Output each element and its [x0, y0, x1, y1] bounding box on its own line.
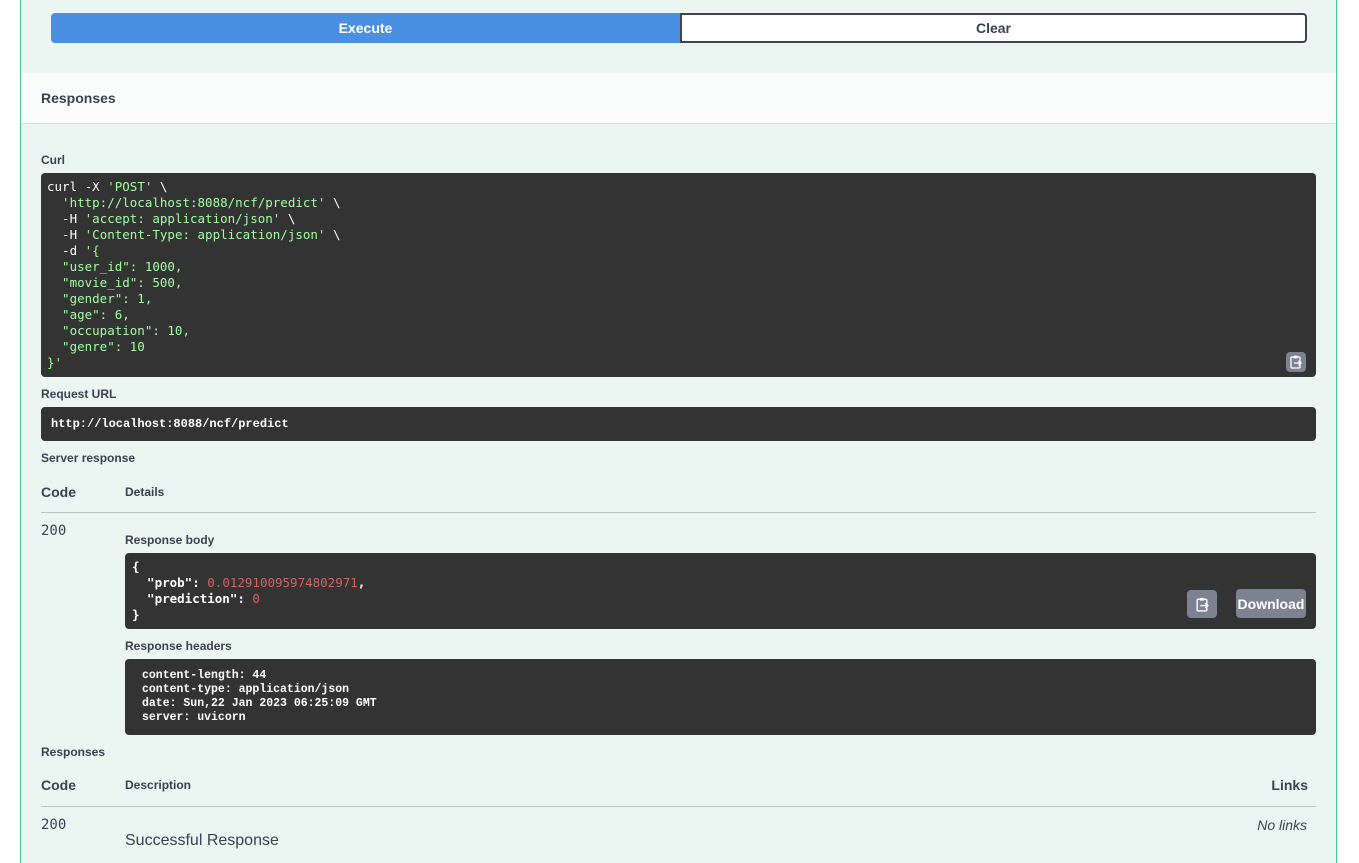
clipboard-icon: [1290, 355, 1302, 369]
curl-code-block[interactable]: curl -X 'POST' \ 'http://localhost:8088/…: [41, 173, 1316, 377]
response-headers-label: Response headers: [125, 639, 232, 653]
col-code: Code: [41, 777, 76, 793]
server-response-label: Server response: [41, 451, 136, 465]
curl-string-token: "genre": 10: [47, 339, 145, 354]
clipboard-icon: [1195, 597, 1209, 612]
curl-string-token: '{: [84, 243, 100, 258]
curl-string-token: "age": 6,: [47, 307, 130, 322]
curl-line: "genre": 10: [47, 339, 1310, 355]
curl-string-token: 'POST': [107, 179, 153, 194]
response-description: Successful Response: [125, 832, 279, 849]
response-body-label: Response body: [125, 533, 215, 547]
col-details: Details: [125, 485, 165, 499]
responses-section-header: Responses: [21, 73, 1336, 124]
curl-token: -H: [47, 211, 85, 226]
curl-line: curl -X 'POST' \: [47, 179, 1310, 195]
curl-token: \: [152, 179, 168, 194]
col-links: Links: [1271, 777, 1308, 793]
json-close-brace: }: [132, 607, 140, 622]
curl-string-token: 'http://localhost:8088/ncf/predict': [47, 195, 326, 210]
operation-block: Execute Clear Responses Curl curl -X 'PO…: [20, 0, 1337, 863]
json-prediction-key: "prediction":: [132, 591, 253, 606]
execute-wrapper: Execute Clear: [51, 13, 1307, 43]
response-body-block[interactable]: { "prob": 0.012910095974802971, "predict…: [125, 553, 1316, 629]
json-prob-value: 0.012910095974802971: [207, 575, 358, 590]
curl-line: }': [47, 355, 1310, 371]
curl-string-token: 'Content-Type: application/json': [84, 227, 326, 242]
json-comma: ,: [357, 575, 366, 590]
header-line: server: uvicorn: [142, 711, 246, 724]
responses-table-header: Code Description Links: [41, 770, 1316, 807]
response-headers-block[interactable]: content-length: 44 content-type: applica…: [125, 659, 1316, 735]
curl-label: Curl: [41, 153, 65, 167]
no-links-text: No links: [1257, 817, 1307, 833]
section-title: Responses: [41, 90, 116, 106]
curl-token: \: [325, 227, 341, 242]
curl-string-token: "occupation": 10,: [47, 323, 190, 338]
header-line: content-type: application/json: [142, 683, 350, 696]
header-line: content-length: 44: [142, 669, 267, 682]
json-prob-key: "prob":: [132, 575, 208, 590]
responses-label: Responses: [41, 745, 106, 759]
documented-response-code: 200: [41, 817, 67, 833]
col-code: Code: [41, 484, 76, 500]
curl-line: -d '{: [47, 243, 1310, 259]
execute-button[interactable]: Execute: [51, 13, 680, 43]
curl-line: -H 'accept: application/json' \: [47, 211, 1310, 227]
curl-token: -d: [47, 243, 85, 258]
curl-string-token: }': [47, 355, 63, 370]
response-copy-button[interactable]: [1187, 590, 1217, 618]
curl-token: \: [280, 211, 296, 226]
curl-token: \: [325, 195, 341, 210]
curl-line: "movie_id": 500,: [47, 275, 1310, 291]
curl-line: "gender": 1,: [47, 291, 1310, 307]
curl-string-token: "gender": 1,: [47, 291, 153, 306]
curl-string-token: "user_id": 1000,: [47, 259, 183, 274]
curl-string-token: 'accept: application/json': [84, 211, 281, 226]
curl-string-token: "movie_id": 500,: [47, 275, 183, 290]
json-prediction-value: 0: [252, 591, 260, 606]
server-response-table-header: Code Details: [41, 475, 1316, 513]
curl-copy-button[interactable]: [1286, 352, 1306, 372]
curl-line: "age": 6,: [47, 307, 1310, 323]
curl-line: -H 'Content-Type: application/json' \: [47, 227, 1310, 243]
clear-button[interactable]: Clear: [680, 13, 1307, 43]
curl-token: -H: [47, 227, 85, 242]
request-url-label: Request URL: [41, 387, 117, 401]
curl-token: curl -X: [47, 179, 108, 194]
curl-line: "user_id": 1000,: [47, 259, 1310, 275]
response-status-code: 200: [41, 523, 67, 539]
curl-line: 'http://localhost:8088/ncf/predict' \: [47, 195, 1310, 211]
json-open-brace: {: [132, 559, 140, 574]
request-url-value[interactable]: http://localhost:8088/ncf/predict: [41, 407, 1316, 441]
download-button[interactable]: Download: [1236, 589, 1306, 618]
header-line: date: Sun,22 Jan 2023 06:25:09 GMT: [142, 697, 377, 710]
col-description: Description: [125, 778, 192, 792]
curl-line: "occupation": 10,: [47, 323, 1310, 339]
